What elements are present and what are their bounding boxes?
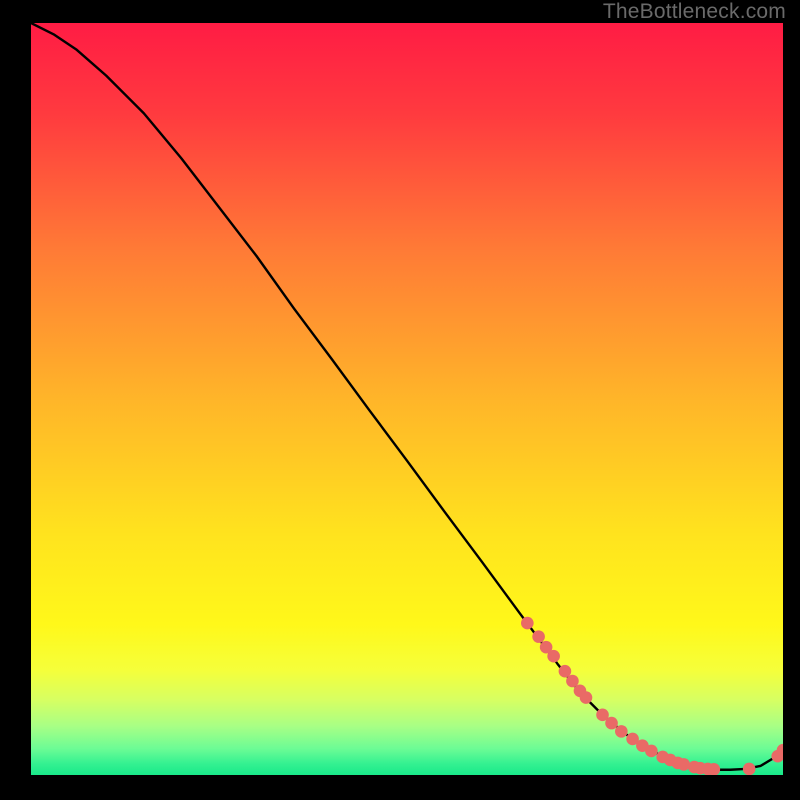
- data-point: [645, 745, 658, 758]
- data-point: [547, 650, 560, 663]
- data-point: [521, 617, 534, 630]
- data-point: [580, 691, 593, 704]
- watermark-text: TheBottleneck.com: [603, 0, 786, 24]
- plot-area: [31, 23, 783, 775]
- gradient-background: [31, 23, 783, 775]
- data-point: [615, 725, 628, 738]
- plot-svg: [31, 23, 783, 775]
- data-point: [677, 758, 690, 771]
- data-point: [605, 717, 618, 730]
- chart-container: TheBottleneck.com: [0, 0, 800, 800]
- data-point: [743, 763, 756, 775]
- data-point: [532, 630, 545, 643]
